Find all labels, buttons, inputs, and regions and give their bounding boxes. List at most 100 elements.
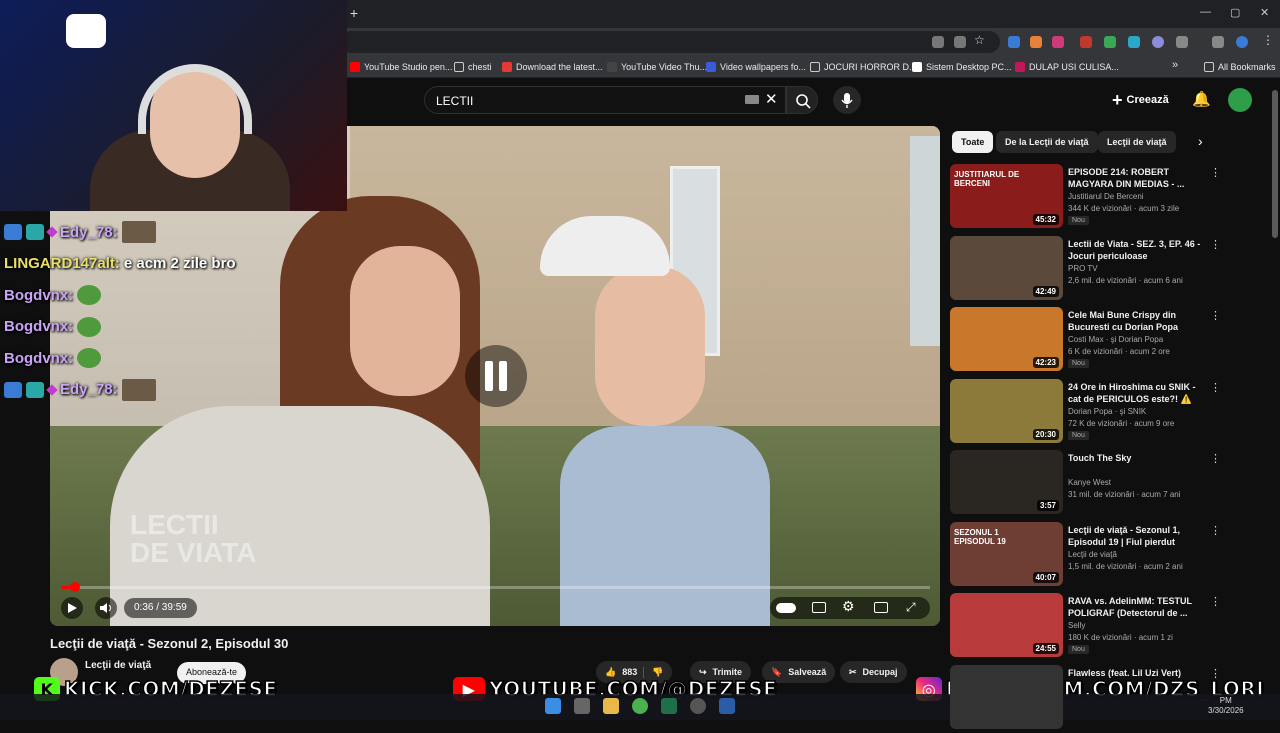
more-options-icon[interactable]: ⋮ [1210, 452, 1221, 465]
all-bookmarks-button[interactable]: All Bookmarks [1204, 60, 1276, 74]
scrollbar[interactable] [1272, 90, 1278, 238]
recommendation-item[interactable]: SEZONUL 1 EPISODUL 19 40:07 Lecţii de viaţ… [950, 521, 1221, 590]
bookmark-item[interactable]: DULAP USI CULISA... [1015, 60, 1119, 74]
search-input[interactable]: LECTII ✕ [424, 86, 786, 114]
filter-chip[interactable]: Toate [952, 131, 994, 153]
more-options-icon[interactable]: ⋮ [1210, 524, 1221, 537]
close-window-icon[interactable]: ✕ [1260, 6, 1269, 19]
filter-chip[interactable]: De la Lecţii de viaţă [996, 131, 1098, 153]
bookmark-item[interactable]: Sistem Desktop PC... [912, 60, 1012, 74]
extension-icon[interactable] [1152, 36, 1164, 48]
bookmark-star-icon[interactable]: ☆ [974, 33, 985, 47]
bookmarks-more-icon[interactable]: » [1172, 59, 1178, 71]
recommendation-channel[interactable]: Justitiarul De Berceni [1068, 192, 1144, 201]
extension-icon[interactable] [1008, 36, 1020, 48]
recommendation-title[interactable]: Cele Mai Bune Crispy din Bucuresti cu Do… [1068, 309, 1206, 333]
extension-icon[interactable] [1128, 36, 1140, 48]
more-options-icon[interactable]: ⋮ [1210, 238, 1221, 251]
more-options-icon[interactable]: ⋮ [1210, 381, 1221, 394]
obs-icon[interactable] [690, 698, 706, 714]
extensions-puzzle-icon[interactable] [1176, 36, 1188, 48]
recommendation-item[interactable]: 42:49 Lectii de Viata - SEZ. 3, EP. 46 - … [950, 235, 1221, 304]
profile-avatar[interactable] [1236, 36, 1248, 48]
settings-gear-icon[interactable]: ⚙ [842, 598, 855, 615]
more-options-icon[interactable]: ⋮ [1210, 667, 1221, 680]
video-thumbnail[interactable]: 20:30 [950, 378, 1063, 443]
bookmark-item[interactable]: YouTube Video Thu... [607, 60, 707, 74]
recommendation-title[interactable]: Touch The Sky [1068, 452, 1206, 464]
recommendation-channel[interactable]: Dorian Popa · şi SNIK [1068, 407, 1146, 416]
recommendation-item[interactable]: 20:30 24 Ore in Hiroshima cu SNIK - cat d… [950, 378, 1221, 447]
video-thumbnail[interactable]: 24:55 [950, 593, 1063, 657]
keyboard-icon[interactable] [745, 95, 759, 104]
recommendation-item[interactable]: 42:23 Cele Mai Bune Crispy din Bucuresti … [950, 307, 1221, 375]
recommendation-title[interactable]: Lecţii de viaţă - Sezonul 1, Episodul 19… [1068, 524, 1206, 548]
create-button[interactable]: + Creează [1112, 88, 1169, 112]
big-pause-button[interactable] [465, 345, 527, 407]
minimize-icon[interactable]: — [1200, 6, 1211, 18]
recommendation-channel[interactable]: PRO TV [1068, 264, 1098, 273]
recommendation-item[interactable]: Flawless (feat. Lil Uzi Vert) ⋮ [950, 664, 1221, 733]
maximize-icon[interactable]: ▢ [1230, 6, 1240, 19]
miniplayer-icon[interactable] [874, 602, 888, 613]
extension-icon[interactable] [1080, 36, 1092, 48]
video-thumbnail[interactable]: 42:49 [950, 235, 1063, 300]
cast-icon[interactable] [954, 36, 966, 48]
autoplay-toggle[interactable] [776, 603, 796, 613]
account-avatar[interactable] [1228, 88, 1252, 112]
video-thumbnail[interactable]: 42:23 [950, 307, 1063, 371]
recommendation-title[interactable]: EPISODE 214: ROBERT MAGYARA DIN MEDIAS -… [1068, 166, 1206, 190]
browser-menu-icon[interactable]: ⋮ [1262, 33, 1274, 47]
recommendation-item[interactable]: 3:57 Touch The Sky Kanye West 31 mil. de vi… [950, 450, 1221, 518]
subtitles-icon[interactable] [812, 602, 826, 613]
recommendation-title[interactable]: 24 Ore in Hiroshima cu SNIK - cat de PER… [1068, 381, 1206, 405]
more-options-icon[interactable]: ⋮ [1210, 166, 1221, 179]
bookmark-item[interactable]: Download the latest... [502, 60, 603, 74]
bookmark-item[interactable]: YouTube Studio pen... [350, 60, 452, 74]
chrome-icon[interactable] [632, 698, 648, 714]
bookmark-item[interactable]: chesti [454, 60, 492, 74]
bookmark-item[interactable]: Video wallpapers fo... [706, 60, 806, 74]
reading-list-icon[interactable] [1212, 36, 1224, 48]
video-thumbnail[interactable]: SEZONUL 1 EPISODUL 19 40:07 [950, 521, 1063, 586]
recommendation-title[interactable]: RAVA vs. AdelinMM: TESTUL POLIGRAF (Dete… [1068, 595, 1206, 619]
fullscreen-icon[interactable]: ⤢ [906, 600, 916, 615]
search-button[interactable] [786, 86, 818, 114]
extension-icon[interactable] [1052, 36, 1064, 48]
new-tab-button[interactable]: + [346, 5, 362, 21]
extension-icon[interactable] [1104, 36, 1116, 48]
start-icon[interactable] [545, 698, 561, 714]
filter-chip[interactable]: Lecţii de viaţă [1098, 131, 1176, 153]
address-bar[interactable] [340, 31, 1000, 53]
channel-name[interactable]: Lecţii de viaţă [85, 660, 151, 671]
recommendation-channel[interactable]: Selly [1068, 621, 1085, 630]
volume-button[interactable] [95, 597, 117, 619]
recommendation-channel[interactable]: Costi Max · şi Dorian Popa [1068, 335, 1163, 344]
progress-bar[interactable] [62, 586, 930, 589]
search-taskbar-icon[interactable] [574, 698, 590, 714]
chips-next-icon[interactable]: › [1198, 133, 1203, 149]
video-thumbnail[interactable]: 3:57 [950, 450, 1063, 514]
clear-search-icon[interactable]: ✕ [765, 90, 778, 108]
app-icon[interactable] [661, 698, 677, 714]
recommendation-item[interactable]: 24:55 RAVA vs. AdelinMM: TESTUL POLIGRAF … [950, 593, 1221, 661]
recommendation-channel[interactable]: Lecţii de viaţă [1068, 550, 1117, 559]
more-options-icon[interactable]: ⋮ [1210, 595, 1221, 608]
voice-search-button[interactable] [833, 86, 861, 114]
file-explorer-icon[interactable] [603, 698, 619, 714]
steam-icon[interactable] [719, 698, 735, 714]
progress-scrubber[interactable] [70, 582, 81, 592]
recommendation-title[interactable]: Flawless (feat. Lil Uzi Vert) [1068, 667, 1206, 679]
extension-icon[interactable] [1030, 36, 1042, 48]
play-button[interactable] [61, 597, 83, 619]
notifications-bell-icon[interactable]: 🔔 [1192, 90, 1211, 108]
more-options-icon[interactable]: ⋮ [1210, 309, 1221, 322]
video-thumbnail[interactable] [950, 664, 1063, 729]
recommendation-channel[interactable]: Kanye West [1068, 478, 1111, 487]
translate-icon[interactable] [932, 36, 944, 48]
recommendation-title[interactable]: Lectii de Viata - SEZ. 3, EP. 46 - Jocur… [1068, 238, 1206, 262]
bookmark-item[interactable]: JOCURI HORROR D... [810, 60, 917, 74]
video-thumbnail[interactable]: JUSTITIARUL DE BERCENI 45:32 [950, 164, 1063, 228]
clip-button[interactable]: ✂ Decupaj [840, 661, 907, 683]
recommendation-item[interactable]: JUSTITIARUL DE BERCENI 45:32 EPISODE 214: … [950, 164, 1221, 232]
